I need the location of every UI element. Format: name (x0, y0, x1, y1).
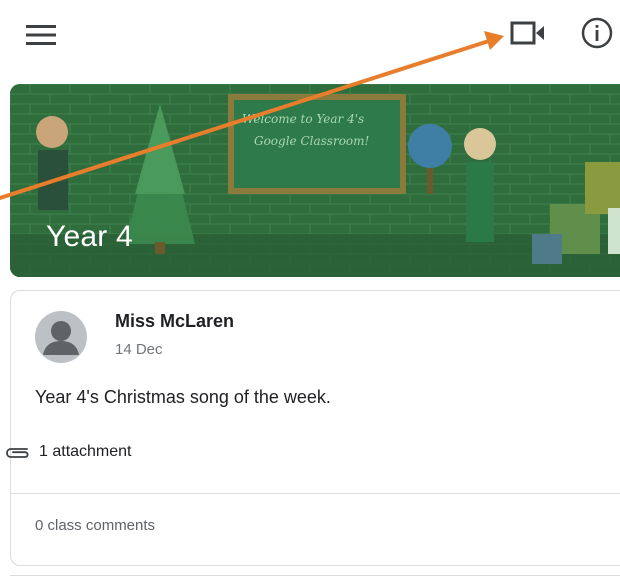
next-card-edge (10, 575, 620, 576)
info-icon[interactable] (580, 16, 614, 50)
attachment-label: 1 attachment (39, 443, 132, 460)
announcement-card[interactable]: Miss McLaren 14 Dec Year 4's Christmas s… (6, 290, 620, 566)
chalkboard-text-line2: Google Classroom! (254, 134, 370, 148)
class-comments-link[interactable]: 0 class comments (35, 517, 155, 534)
post-text: Year 4's Christmas song of the week. (35, 387, 331, 407)
top-app-bar (0, 0, 620, 70)
post-date: 14 Dec (115, 341, 163, 358)
menu-icon[interactable] (26, 24, 56, 46)
video-icon[interactable] (510, 18, 546, 48)
paperclip-icon (6, 448, 29, 458)
card-divider (11, 493, 620, 494)
author-name: Miss McLaren (115, 311, 235, 331)
chalkboard-text-line1: Welcome to Year 4's (242, 112, 365, 126)
class-name: Year 4 (46, 220, 133, 253)
avatar (35, 311, 87, 363)
class-banner[interactable]: Welcome to Year 4's Google Classroom! Ye… (10, 84, 620, 277)
